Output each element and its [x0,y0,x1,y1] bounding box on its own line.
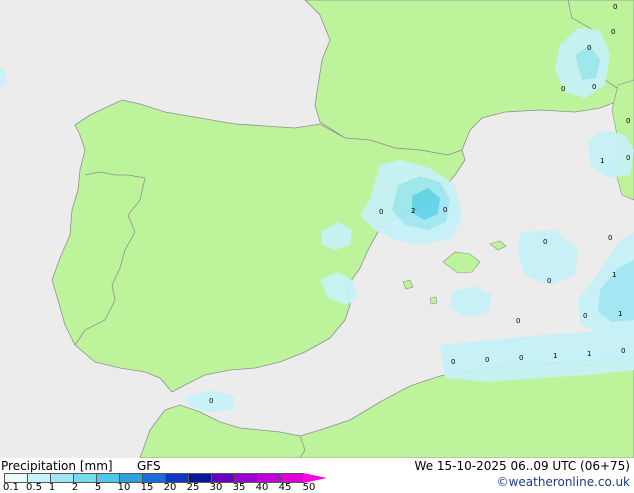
precip-value: 0 [443,206,447,214]
precip-value: 0 [561,85,565,93]
precip-value: 1 [553,352,557,360]
scale-tick: 20 [163,482,177,493]
precip-value: 0 [592,83,596,91]
scale-tick: 0.1 [3,482,19,493]
color-scale [4,473,328,483]
precip-value: 0 [626,117,630,125]
precip-value: 0 [583,312,587,320]
precip-value: 0 [608,234,612,242]
precipitation-map: 0 0 0 0 0 0 0 0 1 0 0 0 1 0 0 1 0 0 0 0 … [0,0,634,458]
precip-value: 1 [600,157,604,165]
precip-value: 0 [613,3,617,11]
legend-footer: Precipitation [mm] GFS We 15-10-2025 06.… [0,458,634,493]
precip-value: 0 [626,154,630,162]
scale-tick: 25 [186,482,200,493]
land-formentera [429,296,438,305]
precip-value: 1 [612,271,616,279]
precip-value: 0 [621,347,625,355]
precip-value: 0 [543,238,547,246]
scale-tick: 15 [140,482,154,493]
scale-tick: 5 [94,482,102,493]
precip-value: 0 [611,28,615,36]
precip-value: 0 [485,356,489,364]
valid-datetime: We 15-10-2025 06..09 UTC (06+75) [414,459,630,473]
scale-tick: 30 [209,482,223,493]
precip-value: 1 [618,310,622,318]
precip-value: 0 [451,358,455,366]
scale-tick: 0.5 [26,482,42,493]
scale-tick: 1 [48,482,56,493]
scale-tick: 35 [232,482,246,493]
scale-tick: 10 [117,482,131,493]
precip-value: 0 [547,277,551,285]
precip-value: 1 [587,350,591,358]
precip-value: 0 [209,397,213,405]
legend-title: Precipitation [mm] [1,459,113,473]
model-name: GFS [137,459,161,473]
credit-link[interactable]: ©weatheronline.co.uk [497,476,630,489]
precip-value: 0 [379,208,383,216]
scale-tick: 50 [302,482,316,493]
precip-value: 2 [411,207,415,215]
scale-tick: 40 [255,482,269,493]
precip-value: 0 [519,354,523,362]
precip-value: 0 [587,44,591,52]
scale-tick: 2 [71,482,79,493]
precip-area-west-coast [0,68,6,86]
scale-tick: 45 [278,482,292,493]
precip-value: 0 [516,317,520,325]
